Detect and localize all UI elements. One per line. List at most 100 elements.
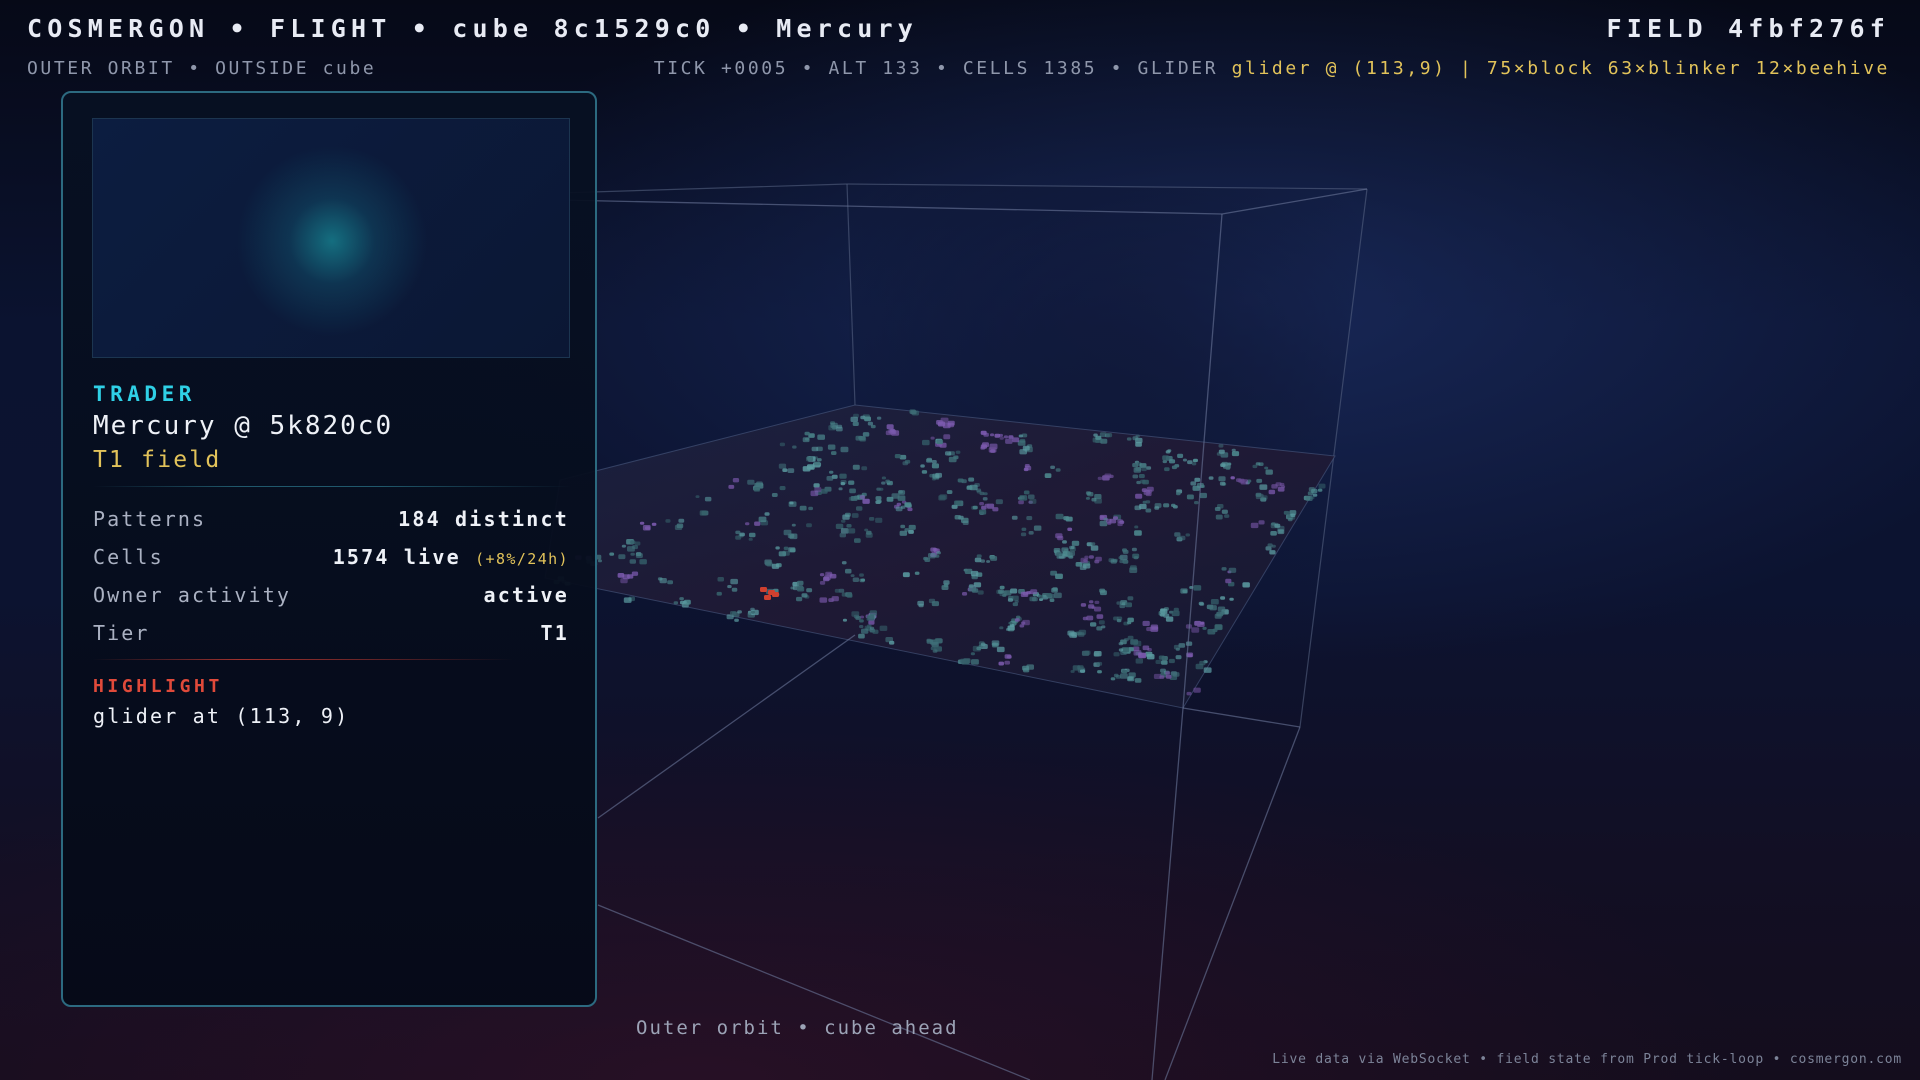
cell-block — [898, 490, 903, 494]
cell-block — [1217, 606, 1226, 612]
cell-block — [1138, 474, 1145, 479]
cell-block — [1318, 483, 1326, 489]
cell-block — [879, 625, 888, 631]
cell-block — [1011, 515, 1018, 520]
highlight-divider — [93, 659, 513, 660]
cell-block — [1194, 477, 1201, 482]
cell-block — [864, 416, 871, 422]
cell-block — [1039, 598, 1043, 601]
cell-block — [859, 619, 864, 623]
cell-block — [1018, 434, 1023, 438]
cell-block — [792, 445, 797, 449]
cell-block — [1093, 433, 1098, 437]
cell-block — [1090, 542, 1096, 546]
cell-block — [957, 478, 963, 483]
cell-block — [1174, 532, 1181, 537]
cell-block — [1175, 655, 1182, 660]
target-info-panel: TRADER Mercury @ 5k820c0 T1 field Patter… — [61, 91, 597, 1007]
cell-block — [1145, 508, 1152, 513]
cell-block — [936, 551, 941, 555]
cell-block — [1127, 676, 1133, 681]
cell-block — [895, 506, 903, 512]
cell-block — [775, 546, 780, 550]
cell-block — [876, 499, 882, 504]
cell-block — [1171, 503, 1176, 507]
cell-block — [1165, 450, 1171, 454]
cell-block — [1267, 543, 1273, 548]
cell-block — [969, 484, 978, 491]
cell-block — [1052, 587, 1058, 591]
cell-block — [1191, 627, 1200, 633]
cell-block — [734, 618, 739, 622]
cell-block — [907, 507, 913, 512]
cell-block — [674, 524, 683, 530]
cell-block — [992, 507, 999, 512]
cell-block — [1083, 563, 1091, 569]
telemetry-readout: TICK +0005 • ALT 133 • CELLS 1385 • GLID… — [654, 58, 1890, 79]
cell-block — [731, 587, 738, 592]
cell-block — [1026, 516, 1033, 521]
cell-block — [885, 479, 890, 483]
cell-block — [1138, 652, 1147, 659]
cell-block — [673, 601, 679, 605]
cell-block — [1090, 622, 1097, 627]
cell-block — [682, 600, 687, 604]
cell-block — [1095, 556, 1102, 562]
stat-row-cells: Cells 1574 live (+8%/24h) — [93, 545, 569, 573]
cell-block — [754, 521, 761, 526]
cell-block — [1162, 455, 1170, 461]
cell-block — [1091, 497, 1097, 502]
cell-block — [870, 626, 875, 630]
cell-block — [1084, 650, 1091, 655]
cell-block — [850, 574, 855, 577]
cell-block — [1126, 437, 1132, 441]
cell-block — [1022, 665, 1029, 671]
cell-block — [1127, 635, 1134, 640]
cell-block — [1132, 436, 1139, 441]
cell-block — [881, 476, 886, 480]
cell-block — [1024, 465, 1032, 471]
cell-block — [1225, 466, 1231, 470]
cell-block — [1186, 494, 1194, 500]
cell-block — [1260, 497, 1266, 502]
cell-block — [1084, 555, 1089, 559]
cell-block — [1014, 600, 1019, 603]
cell-block — [1225, 578, 1232, 584]
cell-block — [1177, 453, 1184, 458]
cell-block — [1056, 551, 1063, 557]
cell-block — [866, 615, 875, 621]
cell-block — [859, 495, 866, 499]
cell-block — [980, 559, 985, 563]
cell-block — [1160, 608, 1168, 614]
cell-block — [936, 439, 944, 445]
panel-divider — [93, 486, 571, 487]
cell-block — [1127, 596, 1134, 601]
cell-block — [890, 428, 895, 432]
cell-block — [639, 559, 647, 565]
cell-block — [852, 577, 860, 582]
stat-value: active — [483, 583, 569, 607]
cell-block — [1154, 506, 1160, 510]
cell-block — [814, 461, 821, 466]
cell-block — [789, 548, 796, 553]
cell-block — [1132, 463, 1139, 468]
cell-block — [1159, 675, 1165, 679]
stat-row-patterns: Patterns 184 distinct — [93, 507, 569, 535]
cell-block — [1283, 510, 1290, 515]
cell-block — [983, 432, 989, 437]
cell-block — [984, 503, 990, 507]
cell-block — [1113, 652, 1120, 657]
cell-block — [1215, 514, 1223, 520]
cell-block — [1125, 602, 1132, 608]
cell-block — [839, 533, 846, 538]
cell-block — [1062, 540, 1067, 544]
cell-block — [834, 588, 841, 593]
cell-block — [1146, 627, 1152, 632]
cell-block — [1004, 654, 1012, 659]
cell-block — [947, 420, 955, 426]
cell-block — [1200, 621, 1205, 625]
cell-block — [1067, 527, 1073, 531]
highlight-text: glider at (113, 9) — [93, 704, 350, 728]
cell-block — [1097, 476, 1103, 480]
cell-block — [829, 470, 834, 474]
